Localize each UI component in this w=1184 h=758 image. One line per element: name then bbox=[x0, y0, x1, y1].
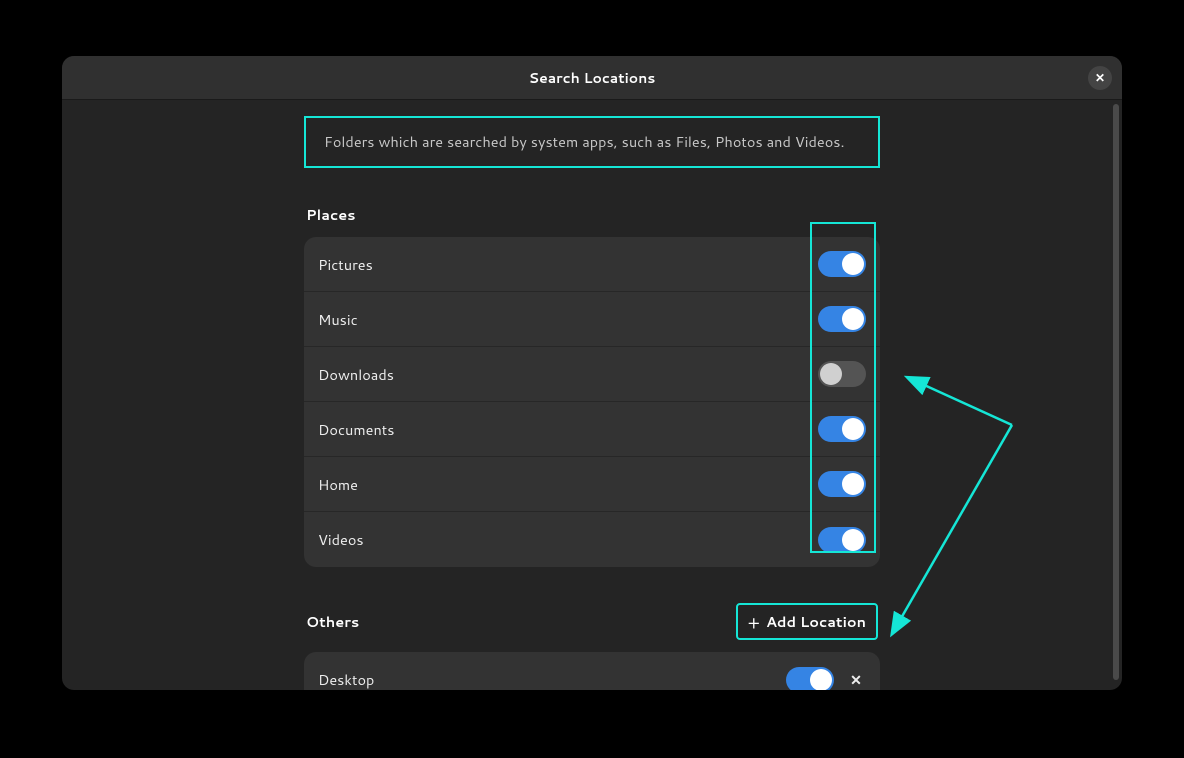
place-toggle[interactable] bbox=[818, 251, 866, 277]
content-area: Folders which are searched by system app… bbox=[62, 100, 1122, 690]
other-label: Desktop bbox=[318, 669, 374, 690]
add-location-label: Add Location bbox=[766, 611, 866, 632]
others-section-title: Others bbox=[306, 611, 359, 632]
place-toggle[interactable] bbox=[818, 527, 866, 553]
remove-location-button[interactable]: ✕ bbox=[846, 670, 866, 690]
scroll-area[interactable]: Folders which are searched by system app… bbox=[62, 100, 1122, 690]
places-row: Music bbox=[304, 292, 880, 347]
place-toggle[interactable] bbox=[818, 416, 866, 442]
close-button[interactable]: ✕ bbox=[1088, 66, 1112, 90]
place-toggle[interactable] bbox=[818, 306, 866, 332]
places-row: Downloads bbox=[304, 347, 880, 402]
description-text: Folders which are searched by system app… bbox=[324, 132, 860, 152]
close-icon: ✕ bbox=[1095, 69, 1105, 86]
scrollbar[interactable] bbox=[1113, 104, 1119, 680]
window-title: Search Locations bbox=[529, 68, 656, 88]
others-row: Desktop ✕ bbox=[304, 652, 880, 690]
places-row: Videos bbox=[304, 512, 880, 567]
place-label: Downloads bbox=[318, 364, 394, 385]
close-icon: ✕ bbox=[850, 670, 862, 690]
place-label: Music bbox=[318, 309, 358, 330]
places-row: Home bbox=[304, 457, 880, 512]
search-locations-window: Search Locations ✕ Folders which are sea… bbox=[62, 56, 1122, 690]
places-row: Pictures bbox=[304, 237, 880, 292]
description-highlight-box: Folders which are searched by system app… bbox=[304, 116, 880, 168]
place-label: Documents bbox=[318, 419, 394, 440]
place-toggle[interactable] bbox=[818, 361, 866, 387]
place-label: Home bbox=[318, 474, 358, 495]
plus-icon: + bbox=[748, 613, 760, 631]
place-label: Videos bbox=[318, 529, 364, 550]
others-list: Desktop ✕ bbox=[304, 652, 880, 690]
others-section-header: Others + Add Location bbox=[304, 603, 880, 640]
add-location-button[interactable]: + Add Location bbox=[736, 603, 878, 640]
place-label: Pictures bbox=[318, 254, 373, 275]
other-toggle[interactable] bbox=[786, 667, 834, 690]
places-list: Pictures Music Downloads Documents Home Video… bbox=[304, 237, 880, 567]
places-section-title: Places bbox=[306, 204, 356, 225]
place-toggle[interactable] bbox=[818, 471, 866, 497]
titlebar: Search Locations ✕ bbox=[62, 56, 1122, 100]
places-section-header: Places bbox=[304, 204, 880, 225]
places-row: Documents bbox=[304, 402, 880, 457]
